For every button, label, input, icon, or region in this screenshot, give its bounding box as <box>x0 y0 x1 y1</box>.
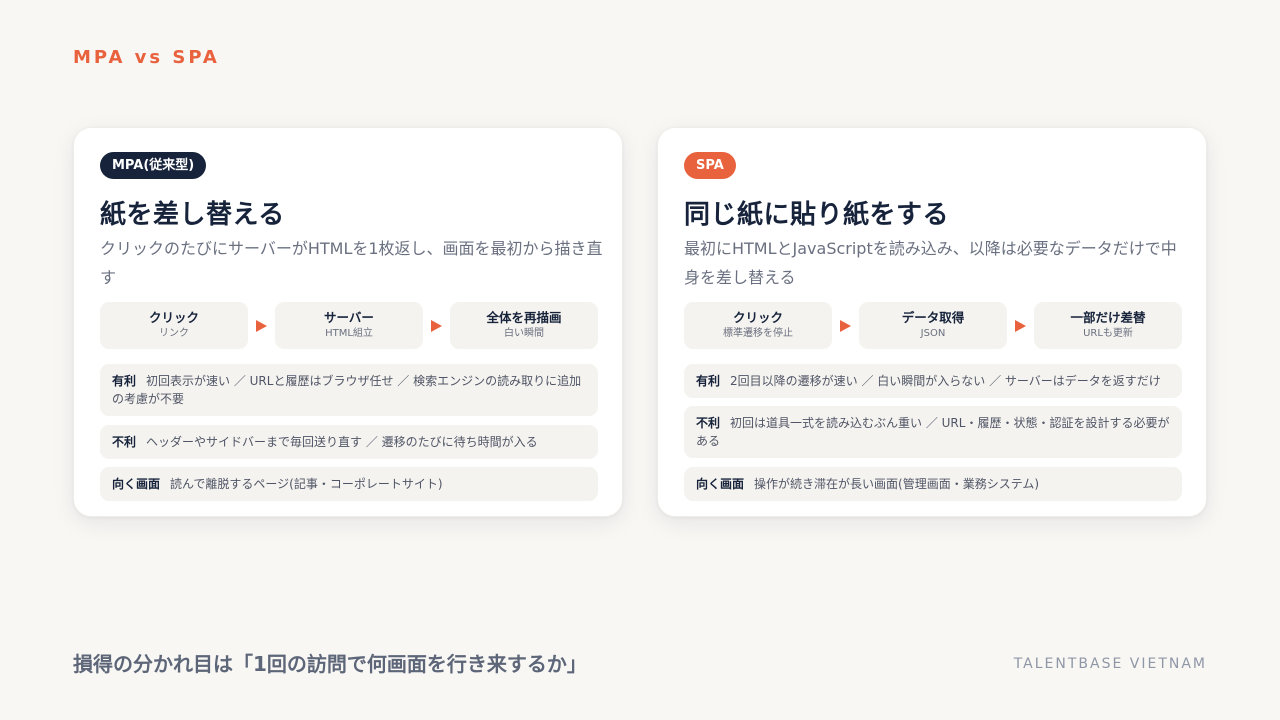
mpa-step-click: クリック リンク <box>100 302 248 349</box>
spa-cons-row: 不利 初回は道具一式を読み込むぶん重い ／ URL・履歴・状態・認証を設計する必要… <box>684 406 1182 458</box>
spa-flow: クリック 標準遷移を停止 データ取得 JSON 一部だけ差替 URLも更新 <box>684 302 1182 349</box>
step-title: 全体を再描画 <box>486 310 562 325</box>
spa-description: 最初にHTMLとJavaScriptを読み込み、以降は必要なデータだけで中身を差… <box>684 239 1177 287</box>
step-title: サーバー <box>324 310 374 325</box>
row-label: 不利 <box>696 416 721 430</box>
footer-takeaway: 損得の分かれ目は「1回の訪問で何画面を行き来するか」 <box>73 652 587 676</box>
spa-title: 同じ紙に貼り紙をする <box>684 200 950 230</box>
step-title: 一部だけ差替 <box>1070 310 1146 325</box>
row-text: 初回表示が速い ／ URLと履歴はブラウザ任せ ／ 検索エンジンの読み取りに追加… <box>112 374 582 406</box>
row-text: 初回は道具一式を読み込むぶん重い ／ URL・履歴・状態・認証を設計する必要があ… <box>696 416 1170 448</box>
row-label: 有利 <box>112 374 137 388</box>
step-subtitle: JSON <box>920 328 946 339</box>
row-text: ヘッダーやサイドバーまで毎回送り直す ／ 遷移のたびに待ち時間が入る <box>146 435 538 449</box>
step-title: クリック <box>148 310 199 325</box>
row-label: 向く画面 <box>112 477 161 491</box>
mpa-pros-row: 有利 初回表示が速い ／ URLと履歴はブラウザ任せ ／ 検索エンジンの読み取りに… <box>100 364 598 416</box>
arrow-right-icon <box>832 319 859 332</box>
slide-eyebrow: MPA vs SPA <box>73 47 220 68</box>
step-subtitle: URLも更新 <box>1083 328 1133 339</box>
row-label: 不利 <box>112 435 137 449</box>
spa-badge: SPA <box>684 152 736 179</box>
row-text: 読んで離脱するページ(記事・コーポレートサイト) <box>170 477 443 491</box>
step-subtitle: HTML組立 <box>325 328 373 339</box>
row-text: 2回目以降の遷移が速い ／ 白い瞬間が入らない ／ サーバーはデータを返すだけ <box>730 374 1161 388</box>
mpa-flow: クリック リンク サーバー HTML組立 全体を再描画 白い瞬間 <box>100 302 598 349</box>
arrow-right-icon <box>1007 319 1034 332</box>
spa-card: SPA 同じ紙に貼り紙をする 最初にHTMLとJavaScriptを読み込み、以… <box>657 127 1207 517</box>
spa-pros-row: 有利 2回目以降の遷移が速い ／ 白い瞬間が入らない ／ サーバーはデータを返すだ… <box>684 364 1182 398</box>
step-subtitle: リンク <box>159 328 189 339</box>
brand-logo-text: TALENTBASE VIETNAM <box>1013 656 1207 672</box>
step-title: データ取得 <box>901 310 965 325</box>
arrow-right-icon <box>423 319 450 332</box>
mpa-card: MPA(従来型) 紙を差し替える クリックのたびにサーバーがHTMLを1枚返し、… <box>73 127 623 517</box>
mpa-description: クリックのたびにサーバーがHTMLを1枚返し、画面を最初から描き直す <box>100 239 603 287</box>
spa-suited-row: 向く画面 操作が続き滞在が長い画面(管理画面・業務システム) <box>684 467 1182 501</box>
row-label: 向く画面 <box>696 477 745 491</box>
mpa-badge: MPA(従来型) <box>100 152 207 179</box>
mpa-step-server: サーバー HTML組立 <box>275 302 423 349</box>
mpa-step-redraw: 全体を再描画 白い瞬間 <box>450 302 598 349</box>
spa-step-click: クリック 標準遷移を停止 <box>684 302 832 349</box>
mpa-title: 紙を差し替える <box>100 200 285 230</box>
spa-step-fetch: データ取得 JSON <box>859 302 1007 349</box>
step-subtitle: 標準遷移を停止 <box>723 328 793 339</box>
mpa-suited-row: 向く画面 読んで離脱するページ(記事・コーポレートサイト) <box>100 467 598 501</box>
row-label: 有利 <box>696 374 721 388</box>
step-subtitle: 白い瞬間 <box>504 328 544 339</box>
spa-step-partial-replace: 一部だけ差替 URLも更新 <box>1034 302 1182 349</box>
arrow-right-icon <box>248 319 275 332</box>
mpa-cons-row: 不利 ヘッダーやサイドバーまで毎回送り直す ／ 遷移のたびに待ち時間が入る <box>100 425 598 459</box>
row-text: 操作が続き滞在が長い画面(管理画面・業務システム) <box>754 477 1040 491</box>
step-title: クリック <box>732 310 783 325</box>
